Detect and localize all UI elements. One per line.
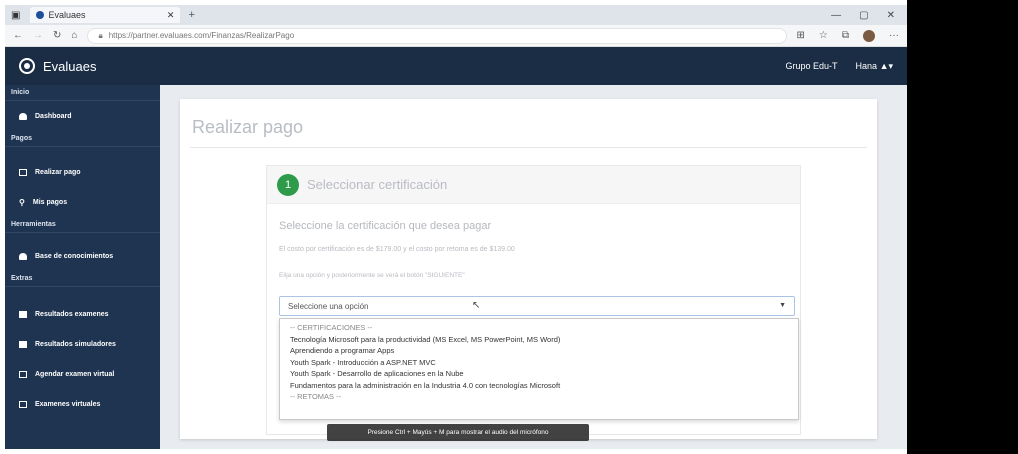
tab-actions-icon[interactable]: ▣: [11, 10, 20, 21]
favorite-icon[interactable]: ☆: [819, 30, 828, 41]
mouse-cursor-icon: ↖: [472, 300, 481, 311]
org-name[interactable]: Grupo Edu-T: [786, 61, 838, 72]
main-content: Realizar pago 1 Seleccionar certificació…: [160, 85, 907, 449]
page-frame: ▣ Evaluaes ✕ + — ▢ ✕ ← → ↻ ⌂ 🔒︎ https://…: [0, 0, 1018, 454]
sidebar-section-herramientas: Herramientas: [5, 217, 160, 233]
sidebar-item-resultados-examenes[interactable]: Resultados examenes: [5, 299, 160, 329]
collections-icon[interactable]: ⧉: [842, 30, 849, 41]
sidebar-item-label: Resultados simuladores: [35, 340, 116, 348]
sidebar-item-dashboard[interactable]: Dashboard: [5, 101, 160, 131]
profile-avatar[interactable]: [863, 29, 875, 42]
sidebar-item-label: Resultados examenes: [35, 310, 109, 318]
more-icon[interactable]: ···: [889, 30, 899, 41]
sidebar-item-base-conocimientos[interactable]: Base de conocimientos: [5, 241, 160, 271]
url-field[interactable]: 🔒︎ https://partner.evaluaes.com/Finanzas…: [87, 27, 787, 44]
dropdown-option-group: -- CERTIFICACIONES --: [290, 323, 373, 333]
browser-tabbar: ▣ Evaluaes ✕ + — ▢ ✕: [5, 5, 907, 25]
new-tab-button[interactable]: +: [188, 9, 194, 21]
sidebar-item-label: Dashboard: [35, 112, 72, 120]
home-icon: [19, 112, 27, 120]
certification-select[interactable]: Seleccione una opción ↖ ▼: [279, 296, 795, 316]
sidebar-item-mis-pagos[interactable]: ⚲ Mis pagos: [5, 187, 160, 217]
step-number-badge: 1: [277, 173, 299, 196]
folder-icon: [19, 340, 27, 348]
address-bar-row: ← → ↻ ⌂ 🔒︎ https://partner.evaluaes.com/…: [5, 25, 907, 47]
sidebar-item-label: Base de conocimientos: [35, 252, 114, 260]
chevron-down-icon: ▼: [779, 302, 786, 309]
app-navbar: Evaluaes Grupo Edu-T Hana ▲▾: [5, 47, 907, 85]
reload-icon[interactable]: ↻: [53, 30, 61, 41]
forward-icon[interactable]: →: [33, 30, 43, 41]
dropdown-option[interactable]: Tecnología Microsoft para la productivid…: [280, 334, 798, 346]
reading-icon[interactable]: ⊞: [797, 30, 805, 41]
sidebar-item-resultados-simuladores[interactable]: Resultados simuladores: [5, 329, 160, 359]
step-title: Seleccionar certificación: [307, 177, 448, 192]
divider: [190, 147, 867, 148]
dropdown-option[interactable]: Youth Spark - Introducción a ASP.NET MVC: [280, 357, 798, 369]
url-text: https://partner.evaluaes.com/Finanzas/Re…: [108, 31, 295, 40]
sidebar-item-realizar-pago[interactable]: Realizar pago: [5, 157, 160, 187]
dropdown-option-group: -- RETOMAS --: [290, 392, 342, 402]
user-menu[interactable]: Hana ▲▾: [856, 61, 893, 72]
logo-icon[interactable]: [19, 58, 35, 74]
sidebar-section-pagos: Pagos: [5, 131, 160, 147]
favicon-icon: [36, 11, 45, 19]
dropdown-option[interactable]: Fundamentos para la administración en la…: [280, 380, 798, 392]
brand-name[interactable]: Evaluaes: [43, 59, 96, 74]
sidebar: Inicio Dashboard Pagos Realizar pago ⚲ M…: [5, 85, 160, 449]
sidebar-item-agendar-examen[interactable]: Agendar examen virtual: [5, 359, 160, 389]
page-title: Realizar pago: [192, 117, 304, 137]
step-subtitle: Seleccione la certificación que desea pa…: [279, 220, 492, 232]
card-icon: [19, 168, 27, 176]
tab-title: Evaluaes: [48, 10, 86, 20]
maximize-button[interactable]: ▢: [859, 10, 868, 21]
sidebar-item-examenes-virtuales[interactable]: Examenes virtuales: [5, 389, 160, 419]
dropdown-option[interactable]: Aprendiendo a programar Apps: [280, 345, 798, 357]
calendar-icon: [19, 400, 27, 408]
help-text-cost: El costo por certificación es de $179.00…: [279, 246, 515, 253]
select-dropdown-list: -- CERTIFICACIONES -- Tecnología Microso…: [279, 318, 799, 420]
sidebar-item-label: Agendar examen virtual: [35, 370, 115, 378]
lock-icon: 🔒︎: [98, 30, 103, 40]
select-value: Seleccione una opción: [288, 301, 369, 311]
calendar-icon: [19, 370, 27, 378]
sidebar-item-label: Examenes virtuales: [35, 400, 101, 408]
browser-window: ▣ Evaluaes ✕ + — ▢ ✕ ← → ↻ ⌂ 🔒︎ https://…: [5, 5, 907, 449]
step-header: 1 Seleccionar certificación: [267, 166, 800, 204]
close-tab-icon[interactable]: ✕: [167, 10, 175, 21]
home-browser-icon[interactable]: ⌂: [71, 30, 77, 41]
dropdown-option[interactable]: Youth Spark - Desarrollo de aplicaciones…: [280, 368, 798, 380]
content-card: Realizar pago 1 Seleccionar certificació…: [180, 99, 877, 439]
home-icon: [19, 252, 27, 260]
search-icon: ⚲: [19, 197, 25, 207]
folder-icon: [19, 310, 27, 318]
sidebar-section-inicio: Inicio: [5, 85, 160, 101]
sidebar-item-label: Realizar pago: [35, 168, 81, 176]
browser-tab[interactable]: Evaluaes ✕: [30, 7, 181, 23]
black-border: [907, 0, 1018, 454]
step-panel: 1 Seleccionar certificación Seleccione l…: [266, 165, 801, 435]
close-window-button[interactable]: ✕: [887, 10, 895, 21]
sidebar-section-extras: Extras: [5, 271, 160, 287]
help-text-instructions: Elija una opción y posteriormente se ver…: [279, 272, 465, 279]
back-icon[interactable]: ←: [13, 30, 23, 41]
sidebar-item-label: Mis pagos: [32, 198, 68, 206]
mic-tooltip: Presione Ctrl + Mayús + M para mostrar e…: [327, 424, 589, 441]
minimize-button[interactable]: —: [831, 10, 841, 21]
